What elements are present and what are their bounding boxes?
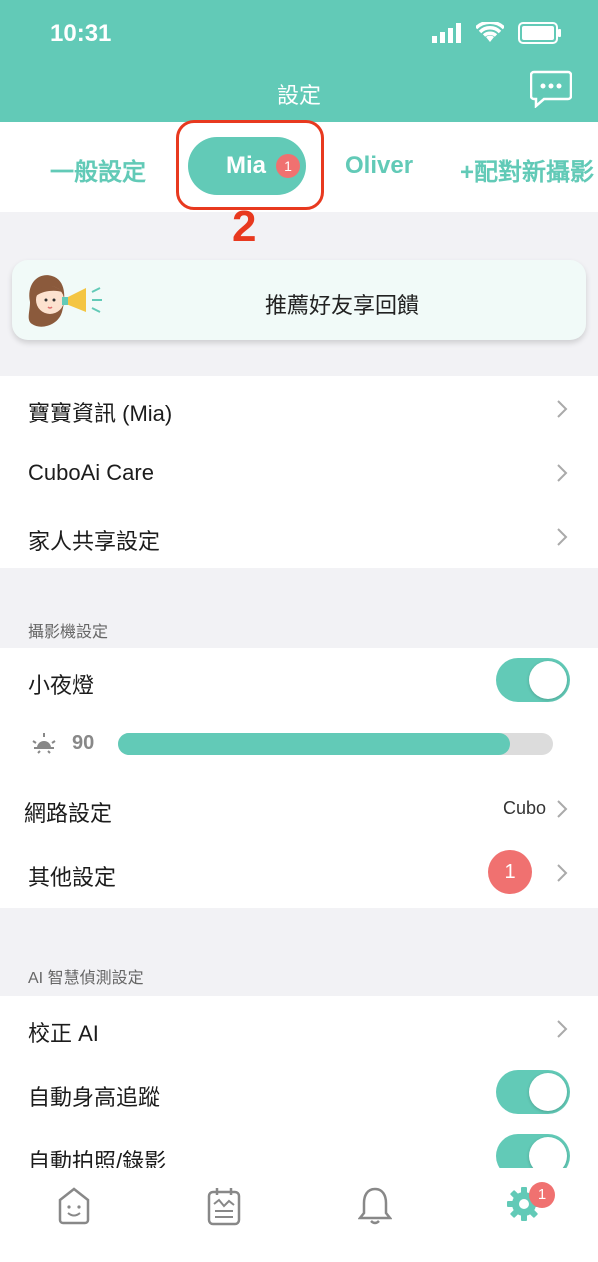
brightness-slider[interactable] xyxy=(118,733,553,755)
chevron-right-icon xyxy=(557,800,568,818)
tab-oliver[interactable]: Oliver xyxy=(345,152,413,180)
auto-photo-toggle[interactable] xyxy=(496,1134,570,1168)
status-time: 10:31 xyxy=(50,20,112,47)
referral-banner[interactable]: 推薦好友享回饋 xyxy=(12,260,586,340)
calibrate-ai-label: 校正 AI xyxy=(28,1021,99,1046)
row-baby-info-label: 寶寶資訊 (Mia) xyxy=(28,401,173,426)
chevron-right-icon xyxy=(557,528,568,546)
ai-settings-section: 校正 AI 自動身高追蹤 自動拍照/錄影 xyxy=(0,996,598,1168)
network-value: Cubo xyxy=(502,798,546,818)
header-bar: 10:31 設定 xyxy=(0,0,598,122)
status-icons xyxy=(432,22,562,44)
journal-icon[interactable] xyxy=(206,1186,242,1226)
banner-label: 推薦好友享回饋 xyxy=(264,293,419,318)
row-calibrate-ai[interactable]: 校正 AI xyxy=(0,996,598,1060)
chevron-right-icon xyxy=(557,464,568,482)
brightness-icon xyxy=(32,733,56,754)
night-light-label: 小夜燈 xyxy=(28,673,95,698)
highlight-box xyxy=(176,120,324,210)
camera-settings-section: 小夜燈 90 網路設定 Cubo 其他設定 1 xyxy=(0,648,598,908)
settings-nav-badge: 1 xyxy=(529,1182,555,1208)
row-cuboai-care-label: CuboAi Care xyxy=(28,460,154,485)
row-other-settings[interactable]: 其他設定 1 xyxy=(0,840,598,904)
auto-photo-label: 自動拍照/錄影 xyxy=(28,1149,167,1168)
row-auto-photo: 自動拍照/錄影 xyxy=(0,1124,598,1168)
toggle-knob xyxy=(529,1137,567,1168)
cellular-signal-icon xyxy=(432,23,461,43)
chat-icon[interactable] xyxy=(530,70,572,108)
bell-icon[interactable] xyxy=(358,1186,392,1226)
chevron-right-icon xyxy=(557,864,568,882)
chevron-right-icon xyxy=(557,1020,568,1038)
chevron-right-icon xyxy=(557,400,568,418)
row-family-sharing-label: 家人共享設定 xyxy=(28,529,161,554)
bottom-nav xyxy=(0,1168,598,1262)
row-family-sharing[interactable]: 家人共享設定 xyxy=(0,504,598,568)
tab-add-camera[interactable]: +配對新攝影 xyxy=(460,152,594,187)
annotation-number: 2 xyxy=(232,202,257,251)
ai-section-header: AI 智慧偵測設定 xyxy=(28,970,144,987)
brightness-value: 90 xyxy=(72,732,95,754)
baby-settings-section: 寶寶資訊 (Mia) CuboAi Care 家人共享設定 xyxy=(0,376,598,568)
auto-height-label: 自動身高追蹤 xyxy=(28,1085,161,1110)
night-light-toggle[interactable] xyxy=(496,658,570,702)
wifi-icon xyxy=(476,22,504,42)
home-face-icon[interactable] xyxy=(56,1186,92,1226)
other-settings-label: 其他設定 xyxy=(28,865,117,890)
other-settings-badge: 1 xyxy=(488,850,532,894)
battery-icon xyxy=(518,22,561,44)
row-baby-info[interactable]: 寶寶資訊 (Mia) xyxy=(0,376,598,440)
row-auto-height: 自動身高追蹤 xyxy=(0,1060,598,1124)
row-night-light: 小夜燈 xyxy=(0,648,598,712)
camera-section-header: 攝影機設定 xyxy=(28,624,109,641)
brightness-slider-fill xyxy=(118,733,510,755)
row-cuboai-care[interactable]: CuboAi Care xyxy=(0,440,598,504)
page-title: 設定 xyxy=(276,83,321,108)
row-network[interactable]: 網路設定 Cubo xyxy=(0,776,598,840)
auto-height-toggle[interactable] xyxy=(496,1070,570,1114)
toggle-knob xyxy=(529,1073,567,1111)
tab-general[interactable]: 一般設定 xyxy=(50,152,146,187)
network-label: 網路設定 xyxy=(24,801,113,826)
toggle-knob xyxy=(529,661,567,699)
